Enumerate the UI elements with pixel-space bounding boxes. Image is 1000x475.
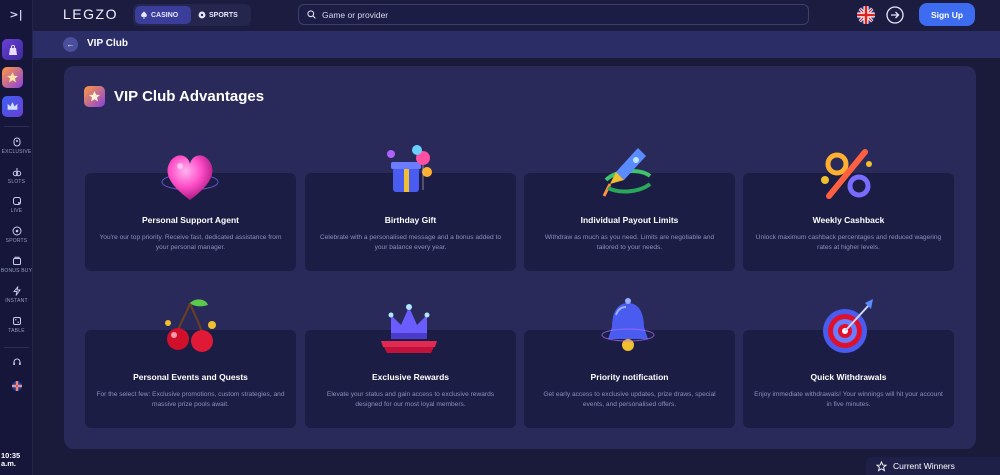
card-description: Withdraw as much as you need. Limits are… — [544, 234, 715, 251]
top-header: LEGZO CASINO SPORTS Game or provider Sig… — [33, 0, 1000, 31]
sidebar-item-label: SPORTS — [5, 238, 28, 244]
spade-icon — [141, 11, 147, 19]
sidebar-item-label: INSTANT — [5, 298, 28, 304]
card-title: Weekly Cashback — [812, 215, 885, 225]
heart-icon — [161, 155, 219, 200]
card-title: Individual Payout Limits — [580, 215, 679, 225]
login-icon[interactable] — [885, 5, 905, 25]
headset-icon — [12, 358, 21, 365]
card-description: Unlock maximum cashback percentages and … — [755, 234, 942, 251]
language-selector[interactable] — [0, 381, 33, 391]
card-title: Personal Events and Quests — [133, 372, 248, 382]
divider — [4, 347, 29, 348]
star-icon — [876, 460, 887, 472]
dice-icon — [12, 317, 21, 325]
current-winners-label: Current Winners — [893, 461, 955, 471]
vip-advantages-panel: VIP Club Advantages Personal Support Age… — [64, 66, 976, 449]
percent-icon — [821, 149, 872, 199]
sidebar-item-instant[interactable]: INSTANT — [0, 286, 33, 304]
card-description: Elevate your status and gain access to e… — [326, 391, 495, 408]
sidebar-item-label: TABLE — [8, 328, 25, 334]
slots-icon — [12, 168, 21, 177]
tab-label: SPORTS — [209, 11, 238, 19]
collapse-sidebar-icon[interactable]: >| — [6, 6, 26, 24]
sidebar-item-label: BONUS BUY — [0, 268, 33, 274]
crown-icon — [381, 304, 437, 353]
current-winners-button[interactable]: Current Winners — [866, 457, 1000, 475]
back-arrow-icon[interactable]: ← — [63, 37, 78, 52]
logo[interactable]: LEGZO — [63, 6, 118, 22]
tab-label: CASINO — [151, 11, 179, 19]
support-button[interactable] — [0, 357, 33, 367]
gift-icon — [387, 145, 432, 192]
card-title: Personal Support Agent — [142, 215, 239, 225]
sidebar-item-sports[interactable]: SPORTS — [0, 226, 33, 244]
live-icon — [12, 197, 21, 205]
target-icon — [823, 299, 873, 353]
star-icon[interactable] — [2, 67, 23, 88]
rocket-icon — [602, 148, 652, 197]
tab-casino[interactable]: CASINO — [135, 6, 191, 24]
crown-icon[interactable] — [2, 96, 23, 117]
tab-sports[interactable]: SPORTS — [193, 6, 249, 24]
search-icon — [307, 10, 316, 19]
card-description: Enjoy immediate withdrawals! Your winnin… — [754, 391, 943, 408]
breadcrumb: ← VIP Club — [33, 31, 1000, 58]
sidebar: >| EXCLUSIVE SLOTS LIVE SPORTS BONUS BUY… — [0, 0, 33, 475]
card-title: Birthday Gift — [384, 215, 437, 225]
search-input[interactable]: Game or provider — [298, 4, 809, 25]
sidebar-item-table[interactable]: TABLE — [0, 316, 33, 334]
sidebar-item-exclusive[interactable]: EXCLUSIVE — [0, 137, 33, 155]
sidebar-item-bonus-buy[interactable]: BONUS BUY — [0, 256, 33, 274]
card-title: Quick Withdrawals — [810, 372, 887, 382]
card-description: Get early access to exclusive updates, p… — [543, 391, 716, 408]
lightning-icon — [12, 286, 21, 296]
card-title: Priority notification — [590, 372, 669, 382]
product-switcher: CASINO SPORTS — [133, 4, 251, 26]
card-description: Celebrate with a personalised message an… — [319, 234, 502, 251]
exclusive-icon — [13, 137, 20, 147]
page-title: VIP Club — [87, 38, 128, 49]
sidebar-item-label: SLOTS — [7, 179, 26, 185]
signup-button[interactable]: Sign Up — [919, 3, 975, 26]
uk-flag-icon[interactable] — [857, 6, 875, 24]
sidebar-item-label: EXCLUSIVE — [1, 149, 32, 155]
star-icon — [84, 86, 105, 107]
bonus-buy-icon — [12, 256, 21, 265]
sidebar-item-slots[interactable]: SLOTS — [0, 167, 33, 185]
bag-icon[interactable] — [2, 39, 23, 60]
card-description: You're our top priority. Receive fast, d… — [99, 234, 282, 251]
soccer-ball-icon — [198, 11, 206, 19]
card-title: Exclusive Rewards — [371, 372, 449, 382]
divider — [4, 126, 29, 127]
search-placeholder: Game or provider — [322, 9, 389, 20]
sidebar-item-label: LIVE — [10, 208, 23, 214]
panel-title: VIP Club Advantages — [114, 88, 265, 105]
panel-header: VIP Club Advantages — [84, 86, 264, 107]
clock: 10:35 a.m. — [1, 451, 21, 468]
card-description: For the select few: Exclusive promotions… — [96, 391, 285, 408]
soccer-ball-icon — [12, 226, 21, 236]
uk-flag-icon — [11, 381, 22, 391]
bell-icon — [601, 298, 655, 351]
sidebar-item-live[interactable]: LIVE — [0, 196, 33, 214]
cherries-icon — [165, 299, 216, 352]
